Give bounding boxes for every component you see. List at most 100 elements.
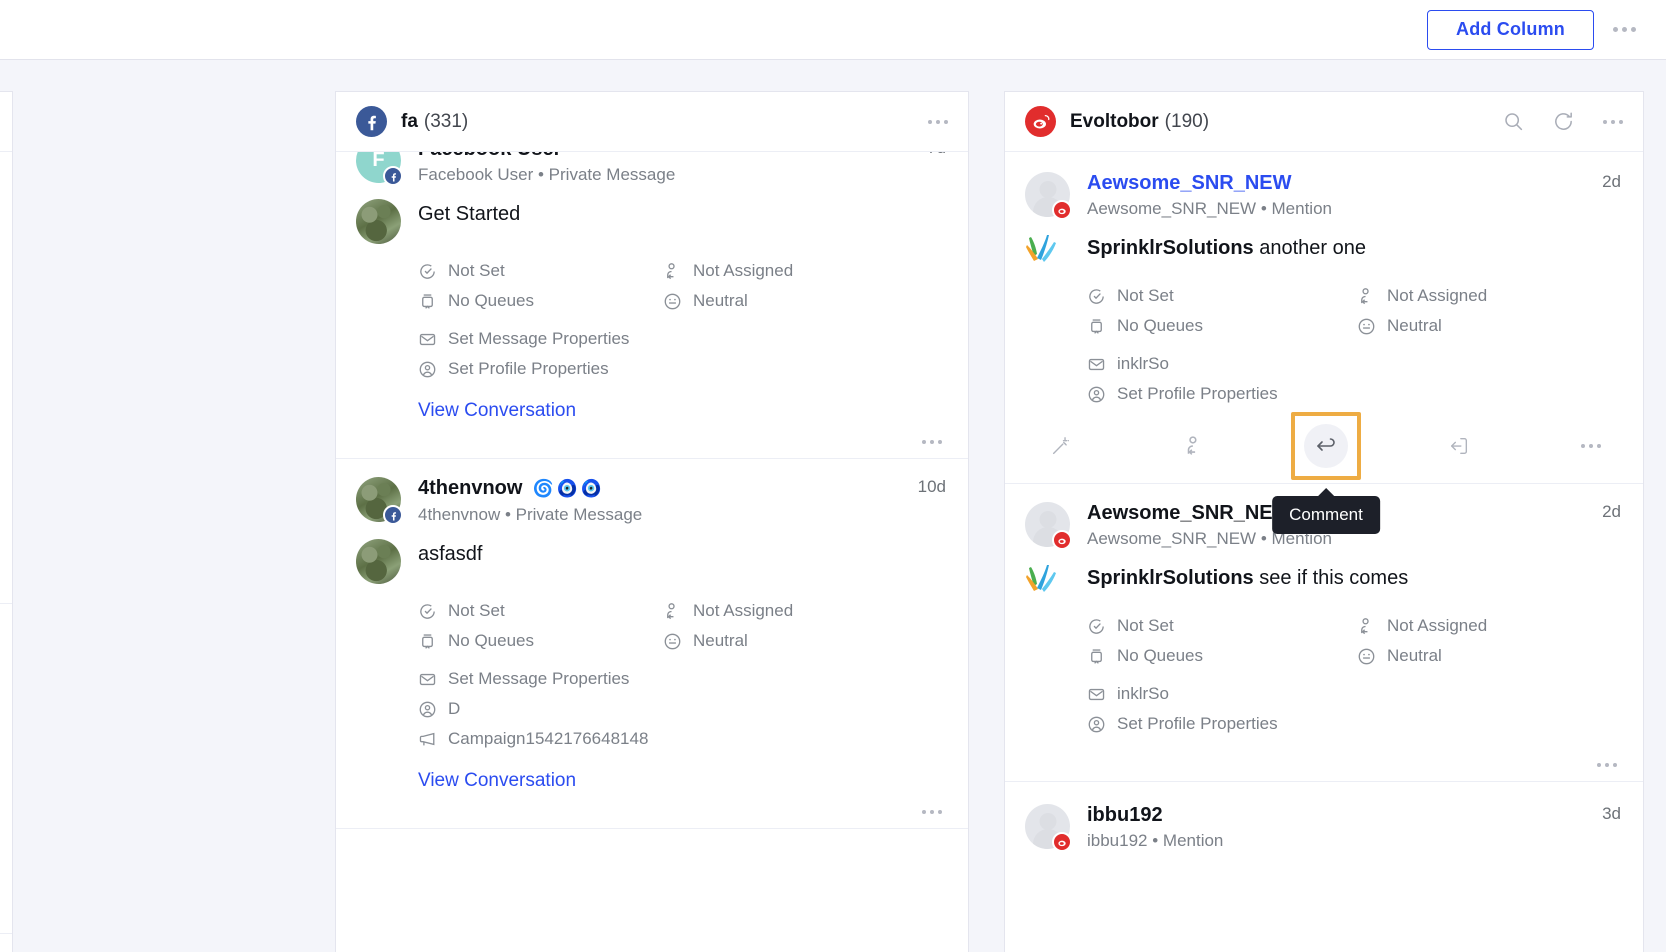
column-count: (190) xyxy=(1164,110,1210,132)
card-message-rest: see if this comes xyxy=(1253,567,1409,589)
more-horizontal-icon xyxy=(1581,444,1601,448)
card-item[interactable]: 7d Not Assigned xyxy=(0,152,12,604)
neutral-face-icon xyxy=(663,632,682,651)
card-item[interactable]: 4thenvnow 🌀🧿🧿 10d 4thenvnow • Private Me… xyxy=(336,459,968,829)
meta-queue[interactable]: No Queues xyxy=(1087,641,1357,671)
meta-label: Neutral xyxy=(693,291,748,310)
weibo-icon xyxy=(1052,530,1072,550)
meta-profile-properties[interactable]: D xyxy=(418,694,946,724)
meta-due-date[interactable]: Not Set xyxy=(1087,611,1357,641)
card-author-name[interactable]: ibbu192 xyxy=(1087,804,1163,827)
sprinklr-logo-icon xyxy=(1025,563,1071,599)
card-message: Get Started xyxy=(418,203,521,225)
column-header: fa (331) xyxy=(336,92,968,152)
neutral-face-icon xyxy=(1357,647,1376,666)
meta-label: No Queues xyxy=(448,291,534,310)
meta-message-properties[interactable]: inklrSo xyxy=(1087,679,1621,709)
comment-button[interactable]: Comment xyxy=(1272,412,1380,534)
card-item[interactable]: 7d Not Assigned xyxy=(0,604,12,934)
meta-label: inklrSo xyxy=(1117,354,1169,373)
toolbar-more-button[interactable] xyxy=(1602,10,1646,50)
card-more-button[interactable] xyxy=(356,440,946,444)
assign-user-icon xyxy=(1357,287,1376,306)
meta-label: Set Message Properties xyxy=(448,329,630,348)
queue-icon xyxy=(418,632,437,651)
meta-assignment[interactable]: Not Assigned xyxy=(663,256,908,286)
meta-label: Not Set xyxy=(448,261,505,280)
add-column-button[interactable]: Add Column xyxy=(1427,9,1594,50)
meta-sentiment[interactable]: Neutral xyxy=(663,286,908,316)
card-more-button[interactable] xyxy=(1025,763,1621,767)
card-author-name[interactable]: Aewsome_SNR_NEW xyxy=(1087,502,1292,525)
card-timestamp: 2d xyxy=(1602,172,1621,191)
column-left-partial: 7d Not Assigned xyxy=(0,92,12,952)
meta-sentiment[interactable]: Neutral xyxy=(663,626,908,656)
column-refresh-button[interactable] xyxy=(1551,110,1575,134)
profile-circle-icon xyxy=(418,360,437,379)
view-conversation-link[interactable]: View Conversation xyxy=(418,400,946,422)
search-icon xyxy=(1502,110,1525,133)
assign-button[interactable] xyxy=(1172,424,1216,468)
meta-label: No Queues xyxy=(448,631,534,650)
forward-button[interactable] xyxy=(1437,424,1481,468)
meta-message-properties[interactable]: Set Message Properties xyxy=(418,664,946,694)
neutral-face-icon xyxy=(1357,317,1376,336)
meta-message-properties[interactable]: inklrSo xyxy=(1087,349,1621,379)
clock-check-icon xyxy=(418,262,437,281)
column-title: fa xyxy=(401,110,418,132)
column-more-button[interactable] xyxy=(926,110,950,134)
meta-profile-properties[interactable]: Set Profile Properties xyxy=(1087,709,1621,739)
card-list[interactable]: Aewsome_SNR_NEW 2d Aewsome_SNR_NEW • Men… xyxy=(1005,152,1643,952)
meta-label: Set Profile Properties xyxy=(448,359,609,378)
meta-label: Set Profile Properties xyxy=(1117,384,1278,403)
meta-due-date[interactable]: Not Set xyxy=(418,596,663,626)
message-avatar xyxy=(356,199,401,244)
meta-queue[interactable]: No Queues xyxy=(418,626,663,656)
view-conversation-link[interactable]: View Conversation xyxy=(418,770,946,792)
card-item[interactable]: F Facebook User 7d xyxy=(336,152,968,459)
more-actions-button[interactable] xyxy=(1569,424,1613,468)
profile-circle-icon xyxy=(418,700,437,719)
card-list[interactable]: 7d Not Assigned xyxy=(0,152,12,952)
card-message-handle: SprinklrSolutions xyxy=(1087,237,1254,259)
card-item[interactable]: ibbu192 3d ibbu192 • Mention xyxy=(1005,782,1643,865)
envelope-icon xyxy=(1087,355,1106,374)
card-timestamp: 7d xyxy=(911,152,946,158)
refresh-icon xyxy=(1552,110,1575,133)
column-weibo: Evoltobor (190) Aewsome_SNR_NEW 2d Aewso… xyxy=(1005,92,1643,952)
card-subtitle: ibbu192 • Mention xyxy=(1087,831,1224,850)
meta-due-date[interactable]: Not Set xyxy=(418,256,663,286)
card-item[interactable]: Aewsome_SNR_NEW 2d Aewsome_SNR_NEW • Men… xyxy=(1005,152,1643,534)
card-message: SprinklrSolutions another one xyxy=(1087,233,1366,269)
campaign-megaphone-icon xyxy=(418,730,437,749)
column-search-button[interactable] xyxy=(1501,110,1525,134)
meta-queue[interactable]: No Queues xyxy=(418,286,663,316)
weibo-icon xyxy=(1052,200,1072,220)
meta-label: Set Profile Properties xyxy=(1117,714,1278,733)
envelope-icon xyxy=(418,670,437,689)
meta-assignment[interactable]: Not Assigned xyxy=(663,596,908,626)
meta-message-properties[interactable]: Set Message Properties xyxy=(418,324,946,354)
meta-queue[interactable]: No Queues xyxy=(1087,311,1357,341)
meta-due-date[interactable]: Not Set xyxy=(1087,281,1357,311)
meta-assignment[interactable]: Not Assigned xyxy=(1357,281,1602,311)
meta-campaign[interactable]: Campaign1542176648148 xyxy=(418,724,946,754)
column-title: Evoltobor xyxy=(1070,110,1159,132)
meta-sentiment[interactable]: Neutral xyxy=(1357,641,1602,671)
assign-user-icon xyxy=(663,602,682,621)
card-more-button[interactable] xyxy=(356,810,946,814)
assign-user-icon xyxy=(663,262,682,281)
card-list[interactable]: F Facebook User 7d xyxy=(336,152,968,952)
meta-sentiment[interactable]: Neutral xyxy=(1357,311,1602,341)
meta-profile-properties[interactable]: Set Profile Properties xyxy=(1087,379,1621,409)
neutral-face-icon xyxy=(663,292,682,311)
more-horizontal-icon xyxy=(1597,763,1617,767)
card-author-name[interactable]: 4thenvnow xyxy=(418,477,522,500)
card-author-name[interactable]: Aewsome_SNR_NEW xyxy=(1087,172,1292,195)
macro-button[interactable] xyxy=(1039,424,1083,468)
column-more-button[interactable] xyxy=(1601,110,1625,134)
card-author-name[interactable]: Facebook User xyxy=(418,152,561,161)
clock-check-icon xyxy=(1087,287,1106,306)
meta-profile-properties[interactable]: Set Profile Properties xyxy=(418,354,946,384)
meta-assignment[interactable]: Not Assigned xyxy=(1357,611,1602,641)
